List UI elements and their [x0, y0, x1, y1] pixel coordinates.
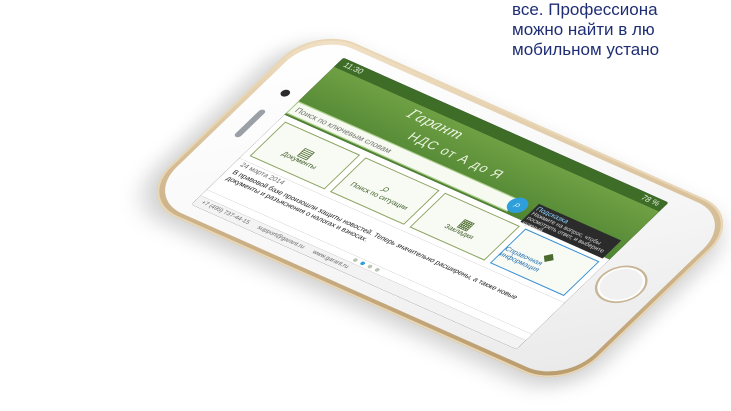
search-icon: ⌕	[510, 199, 526, 212]
carousel-dot[interactable]	[366, 264, 374, 269]
tile-label-search: Поиск по ситуации	[348, 181, 410, 212]
carousel-dot-active[interactable]	[359, 261, 367, 266]
carousel-dot[interactable]	[373, 267, 381, 273]
carousel-dot[interactable]	[351, 257, 359, 263]
iphone-device: 11:30 78 % Гарант НДС от А до Я ⌕ Подска…	[120, 25, 731, 402]
phone-scene: 11:30 78 % Гарант НДС от А до Я ⌕ Подска…	[0, 0, 731, 411]
